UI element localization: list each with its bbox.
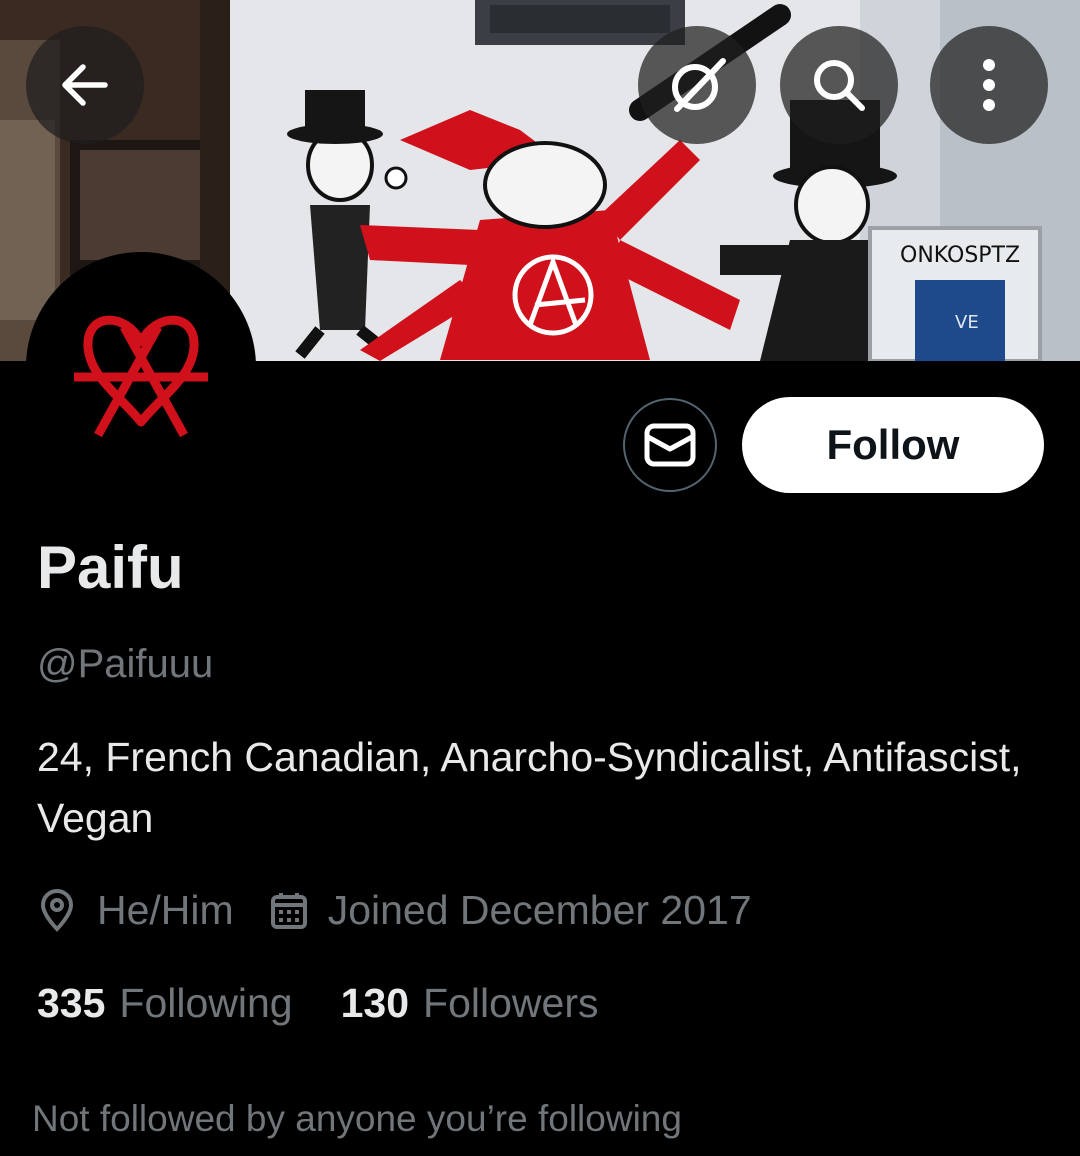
joined-date-text: Joined December 2017 (327, 886, 752, 933)
pronouns-text: He/Him (97, 886, 234, 933)
more-vertical-icon (983, 59, 995, 111)
profile-meta: He/Him Joined December 2017 (37, 882, 752, 938)
calendar-icon (270, 890, 308, 930)
follow-button[interactable]: Follow (742, 397, 1044, 493)
search-button[interactable] (780, 26, 898, 144)
followers-link[interactable]: 130 Followers (341, 975, 599, 1031)
back-button[interactable] (26, 26, 144, 144)
following-link[interactable]: 335 Following (37, 975, 293, 1031)
more-options-button[interactable] (930, 26, 1048, 144)
user-handle: @Paifuuu (37, 642, 214, 686)
bio-text: 24, French Canadian, Anarcho-Syndicalist… (37, 734, 1022, 841)
grok-slash-icon (672, 58, 726, 112)
svg-text:VE: VE (955, 312, 979, 333)
followers-label: Followers (423, 980, 599, 1026)
display-name: Paifu (37, 534, 184, 601)
grok-button[interactable] (638, 26, 756, 144)
svg-text:ONKOSPTZ: ONKOSPTZ (900, 243, 1020, 268)
following-count: 335 (37, 980, 106, 1026)
follow-stats: 335 Following 130 Followers (37, 975, 598, 1031)
followers-count: 130 (340, 980, 410, 1026)
heartagram-avatar-image (74, 315, 208, 437)
joined-item: Joined December 2017 (270, 887, 752, 934)
search-icon (814, 60, 865, 111)
following-label: Following (119, 980, 293, 1026)
message-button[interactable] (623, 398, 717, 492)
arrow-left-icon (62, 64, 108, 106)
location-pin-icon (37, 888, 77, 932)
mutual-followers-note: Not followed by anyone you’re following (32, 1098, 682, 1139)
envelope-icon (644, 423, 696, 467)
avatar[interactable] (26, 252, 256, 482)
pronouns-item: He/Him (37, 887, 234, 934)
